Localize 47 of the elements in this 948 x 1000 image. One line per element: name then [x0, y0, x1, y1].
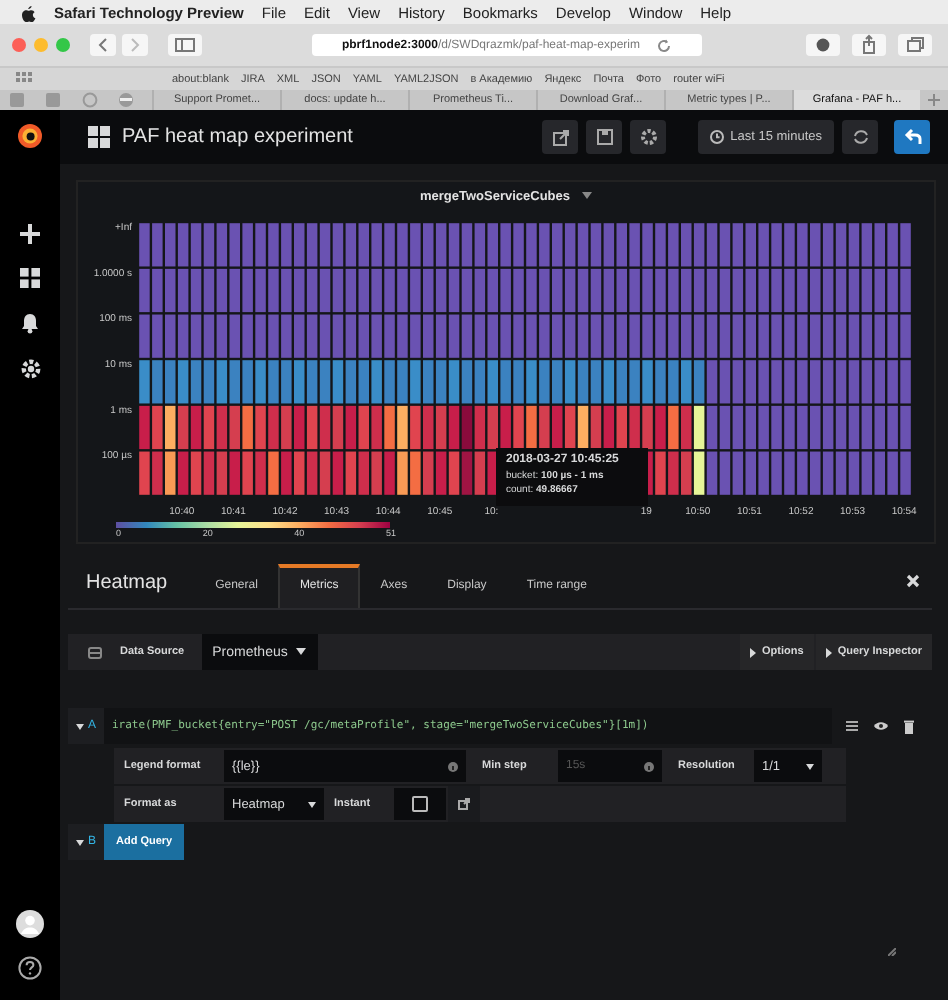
bell-icon[interactable]	[20, 312, 40, 334]
trash-icon[interactable]	[904, 719, 914, 733]
download-icon[interactable]	[806, 34, 840, 56]
caret-icon	[825, 647, 832, 657]
editor-title: Heatmap	[86, 572, 168, 594]
instant-checkbox[interactable]	[412, 796, 428, 812]
share-button[interactable]	[542, 120, 579, 154]
caret-icon	[308, 801, 316, 807]
settings-button[interactable]	[630, 120, 667, 154]
link-button[interactable]	[448, 786, 480, 822]
refresh-icon	[851, 128, 869, 146]
help-icon[interactable]	[18, 956, 42, 980]
caret-icon	[295, 648, 306, 656]
reload-icon[interactable]	[656, 37, 673, 53]
dashboard-icon	[88, 126, 110, 148]
save-icon	[595, 128, 614, 146]
dashboards-icon[interactable]	[20, 268, 40, 288]
caret-icon	[75, 839, 84, 845]
sidebar-icon[interactable]	[168, 34, 202, 56]
info-icon	[644, 762, 654, 772]
tabs-icon[interactable]	[898, 34, 932, 56]
caret-icon	[806, 763, 814, 769]
clock-icon	[710, 130, 725, 144]
close-icon[interactable]	[906, 574, 920, 588]
menu-icon[interactable]	[846, 720, 858, 732]
back-icon[interactable]	[90, 34, 116, 56]
share-icon[interactable]	[852, 34, 886, 56]
back-button[interactable]	[894, 120, 930, 154]
eye-icon[interactable]	[874, 720, 888, 732]
return-arrow-icon	[903, 128, 921, 146]
settings-icon	[639, 128, 658, 146]
settings-icon[interactable]	[19, 358, 41, 380]
avatar-icon[interactable]	[16, 910, 44, 938]
caret-icon	[75, 723, 84, 729]
info-icon	[448, 761, 458, 771]
save-button[interactable]	[586, 120, 623, 154]
caret-icon	[582, 192, 593, 200]
database-icon	[88, 645, 102, 659]
resize-handle-icon[interactable]	[888, 948, 896, 956]
logo-icon[interactable]	[16, 122, 44, 150]
plus-icon[interactable]	[20, 224, 40, 244]
caret-icon	[750, 647, 757, 657]
external-link-icon	[458, 798, 470, 810]
refresh-button[interactable]	[842, 120, 878, 154]
share-icon	[551, 128, 570, 146]
apple-icon	[20, 3, 36, 21]
dashboard-title[interactable]: PAF heat map experiment	[122, 126, 353, 148]
